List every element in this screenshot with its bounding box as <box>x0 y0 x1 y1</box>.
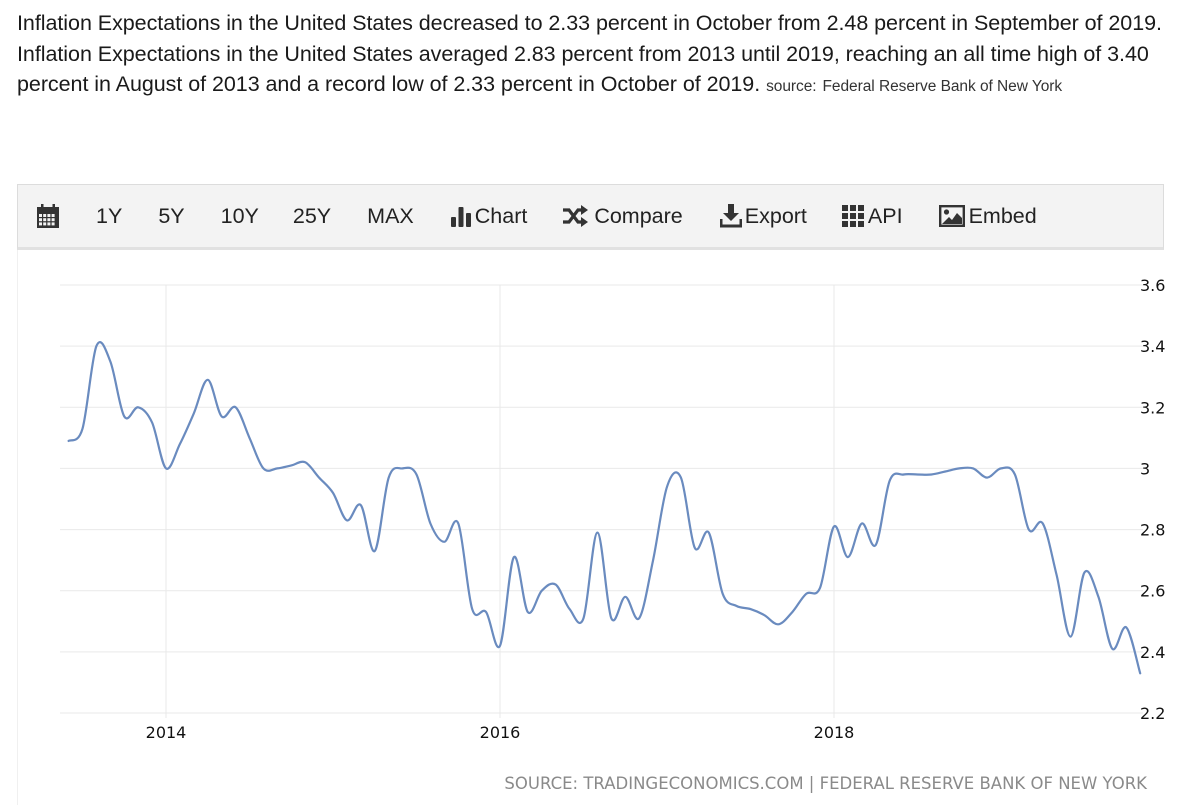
y-tick-label: 2.2 <box>1140 704 1165 723</box>
y-tick-label: 3.4 <box>1140 337 1165 356</box>
x-axis-ticks: 2014 2016 2018 <box>146 723 855 742</box>
y-axis-ticks: 2.2 2.4 2.6 2.8 3 3.2 3.4 3.6 <box>1140 276 1165 723</box>
y-tick-label: 2.6 <box>1140 582 1165 601</box>
y-tick-label: 3.2 <box>1140 398 1165 417</box>
y-tick-label: 2.4 <box>1140 643 1165 662</box>
y-tick-label: 3 <box>1140 459 1150 478</box>
x-tick-label: 2016 <box>480 723 521 742</box>
y-gridlines <box>60 284 1143 714</box>
x-gridlines <box>165 285 835 718</box>
x-tick-label: 2014 <box>146 723 187 742</box>
y-tick-label: 3.6 <box>1140 276 1165 295</box>
line-chart: 2.2 2.4 2.6 2.8 3 3.2 3.4 3.6 2014 2016 2018 SOUR… <box>60 276 1165 793</box>
y-tick-label: 2.8 <box>1140 521 1165 540</box>
x-tick-label: 2018 <box>814 723 855 742</box>
series-line-inflation-expectations <box>67 341 1142 675</box>
chart-source-footer: SOURCE: TRADINGECONOMICS.COM | FEDERAL R… <box>504 774 1148 793</box>
